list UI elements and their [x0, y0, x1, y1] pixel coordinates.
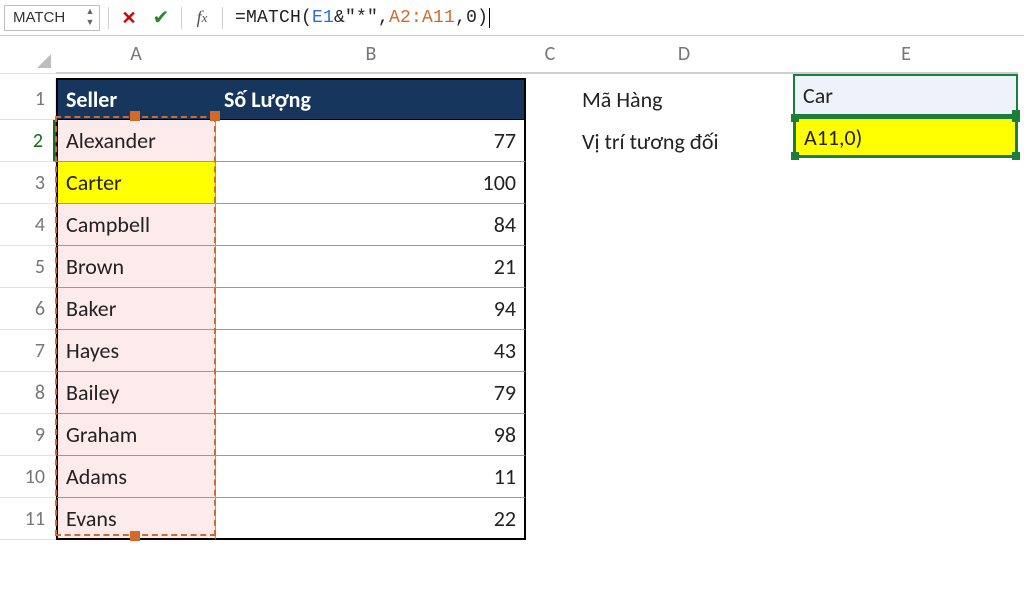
selection-handle-icon[interactable] — [791, 114, 799, 122]
stepper-up-icon[interactable]: ▲ — [83, 8, 97, 17]
cell-B7[interactable]: 43 — [216, 330, 526, 372]
cell-D4[interactable] — [574, 204, 794, 246]
cell-A6[interactable]: Baker — [56, 288, 216, 330]
cell-D1[interactable]: Mã Hàng — [574, 78, 794, 120]
row-header-11[interactable]: 11 — [0, 498, 56, 540]
formula-text: =MATCH( — [235, 8, 312, 28]
cell-A2[interactable]: Alexander — [56, 120, 216, 162]
formula-ref-range: A2:A11 — [389, 8, 455, 28]
selection-handle-icon[interactable] — [1012, 152, 1020, 160]
cell-D10[interactable] — [574, 456, 794, 498]
text-caret — [489, 8, 490, 28]
cell-A11[interactable]: Evans — [56, 498, 216, 540]
cell-C10[interactable] — [526, 456, 574, 498]
cell-A8[interactable]: Bailey — [56, 372, 216, 414]
col-header-A[interactable]: A — [56, 36, 216, 74]
cell-E8[interactable] — [794, 372, 1018, 414]
cell-D6[interactable] — [574, 288, 794, 330]
row-header-6[interactable]: 6 — [0, 288, 56, 330]
row-header-5[interactable]: 5 — [0, 246, 56, 288]
formula-text: ,0) — [455, 8, 488, 28]
cell-B6[interactable]: 94 — [216, 288, 526, 330]
fx-button[interactable]: fx — [190, 6, 214, 30]
cell-B11[interactable]: 22 — [216, 498, 526, 540]
cell-A7[interactable]: Hayes — [56, 330, 216, 372]
cell-E3[interactable] — [794, 162, 1018, 204]
name-box-value: MATCH — [13, 9, 65, 26]
row-header-2[interactable]: 2 — [0, 120, 56, 162]
cell-C11[interactable] — [526, 498, 574, 540]
cell-C7[interactable] — [526, 330, 574, 372]
cell-A3[interactable]: Carter — [56, 162, 216, 204]
cell-E9[interactable] — [794, 414, 1018, 456]
formula-ref-e1: E1 — [312, 8, 334, 28]
row-header-10[interactable]: 10 — [0, 456, 56, 498]
confirm-button[interactable]: ✔ — [149, 6, 173, 30]
row-header-9[interactable]: 9 — [0, 414, 56, 456]
cell-E6[interactable] — [794, 288, 1018, 330]
worksheet[interactable]: A B C D E 1 Seller Số Lượng Mã Hàng 2 Al… — [0, 36, 1024, 540]
cell-E2-value: A11,0) — [804, 124, 862, 151]
cell-C9[interactable] — [526, 414, 574, 456]
cell-D5[interactable] — [574, 246, 794, 288]
col-header-B[interactable]: B — [216, 36, 526, 74]
cell-D8[interactable] — [574, 372, 794, 414]
cell-E10[interactable] — [794, 456, 1018, 498]
cell-B8[interactable]: 79 — [216, 372, 526, 414]
cell-D2[interactable]: Vị trí tương đối — [574, 120, 794, 162]
cell-E11[interactable] — [794, 498, 1018, 540]
row-header-3[interactable]: 3 — [0, 162, 56, 204]
grid[interactable]: A B C D E 1 Seller Số Lượng Mã Hàng 2 Al… — [0, 36, 1024, 540]
cell-A10[interactable]: Adams — [56, 456, 216, 498]
cell-D7[interactable] — [574, 330, 794, 372]
select-all-corner[interactable] — [0, 36, 56, 74]
cell-C2[interactable] — [526, 120, 574, 162]
separator — [181, 7, 182, 29]
cell-B2[interactable]: 77 — [216, 120, 526, 162]
row-header-1[interactable]: 1 — [0, 78, 56, 120]
row-header-8[interactable]: 8 — [0, 372, 56, 414]
col-header-D[interactable]: D — [574, 36, 794, 74]
col-header-E[interactable]: E — [794, 36, 1018, 74]
selection-handle-icon[interactable] — [1012, 114, 1020, 122]
cell-D9[interactable] — [574, 414, 794, 456]
table-header-qty[interactable]: Số Lượng — [216, 78, 526, 120]
cell-E5[interactable] — [794, 246, 1018, 288]
formula-bar: MATCH ▲ ▼ ✕ ✔ fx =MATCH(E1&"*",A2:A11,0) — [0, 0, 1024, 36]
cell-C1[interactable] — [526, 78, 574, 120]
cell-C8[interactable] — [526, 372, 574, 414]
selection-handle-icon[interactable] — [791, 152, 799, 160]
cell-D11[interactable] — [574, 498, 794, 540]
cell-B10[interactable]: 11 — [216, 456, 526, 498]
cell-C3[interactable] — [526, 162, 574, 204]
cell-E7[interactable] — [794, 330, 1018, 372]
cell-C6[interactable] — [526, 288, 574, 330]
separator — [108, 7, 109, 29]
cell-A9[interactable]: Graham — [56, 414, 216, 456]
row-header-4[interactable]: 4 — [0, 204, 56, 246]
stepper-down-icon[interactable]: ▼ — [83, 19, 97, 28]
cell-E4[interactable] — [794, 204, 1018, 246]
formula-input[interactable]: =MATCH(E1&"*",A2:A11,0) — [231, 5, 1020, 31]
cell-D3[interactable] — [574, 162, 794, 204]
cell-E1-underlay[interactable] — [794, 78, 1018, 120]
cancel-button[interactable]: ✕ — [117, 6, 141, 30]
cell-B5[interactable]: 21 — [216, 246, 526, 288]
name-box[interactable]: MATCH ▲ ▼ — [4, 5, 100, 31]
active-cell-E2[interactable]: A11,0) — [793, 116, 1018, 158]
row-header-7[interactable]: 7 — [0, 330, 56, 372]
table-header-seller[interactable]: Seller — [56, 78, 216, 120]
cell-B9[interactable]: 98 — [216, 414, 526, 456]
cell-A4[interactable]: Campbell — [56, 204, 216, 246]
cell-B3[interactable]: 100 — [216, 162, 526, 204]
formula-text: &"*", — [334, 8, 389, 28]
col-header-C[interactable]: C — [526, 36, 574, 74]
cell-B4[interactable]: 84 — [216, 204, 526, 246]
separator — [222, 7, 223, 29]
cell-C5[interactable] — [526, 246, 574, 288]
name-box-stepper[interactable]: ▲ ▼ — [83, 8, 97, 28]
cell-C4[interactable] — [526, 204, 574, 246]
cell-A5[interactable]: Brown — [56, 246, 216, 288]
